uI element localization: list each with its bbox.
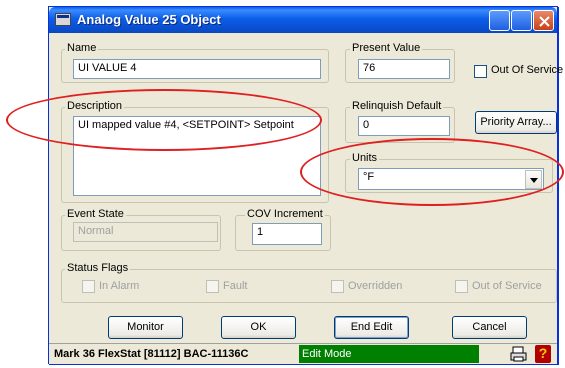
window-title: Analog Value 25 Object <box>77 12 221 27</box>
event-state-field: Normal <box>73 222 218 242</box>
fault-label: Fault <box>223 280 248 292</box>
device-info: Mark 36 FlexStat [81112] BAC-11136C <box>54 348 249 360</box>
close-icon <box>539 16 550 27</box>
mode-indicator: Edit Mode <box>299 345 479 363</box>
event-state-label: Event State <box>65 208 126 220</box>
present-value-field[interactable]: 76 <box>358 59 450 79</box>
units-annotation-circle <box>300 138 564 206</box>
title-bar[interactable]: Analog Value 25 Object <box>49 7 557 33</box>
out-of-service-checkbox[interactable] <box>474 65 487 78</box>
in-alarm-checkbox <box>82 280 95 293</box>
printer-icon[interactable] <box>509 345 529 363</box>
overridden-label: Overridden <box>348 280 403 292</box>
fault-checkbox <box>206 280 219 293</box>
close-button[interactable] <box>533 10 554 31</box>
ok-button[interactable]: OK <box>221 316 296 339</box>
maximize-button[interactable] <box>511 10 532 31</box>
name-field[interactable]: UI VALUE 4 <box>73 59 321 79</box>
out-of-service-label: Out Of Service <box>491 64 564 76</box>
cov-increment-field[interactable]: 1 <box>252 223 322 245</box>
cov-increment-label: COV Increment <box>245 208 325 220</box>
present-value-label: Present Value <box>350 42 423 54</box>
overridden-checkbox <box>331 280 344 293</box>
status-bar: Mark 36 FlexStat [81112] BAC-11136C Edit… <box>49 343 557 364</box>
in-alarm-label: In Alarm <box>99 280 140 292</box>
app-icon <box>55 13 71 26</box>
status-flags-label: Status Flags <box>65 262 131 274</box>
help-icon[interactable]: ? <box>535 345 551 363</box>
end-edit-button[interactable]: End Edit <box>334 316 409 339</box>
relinquish-default-field[interactable]: 0 <box>358 116 450 136</box>
monitor-button[interactable]: Monitor <box>108 316 183 339</box>
minimize-button[interactable] <box>489 10 510 31</box>
name-label: Name <box>65 42 99 54</box>
mode-label: Edit Mode <box>302 348 352 360</box>
cancel-button[interactable]: Cancel <box>452 316 527 339</box>
relinquish-default-label: Relinquish Default <box>350 100 444 112</box>
priority-array-button[interactable]: Priority Array... <box>475 111 557 134</box>
flag-out-of-service-label: Out of Service <box>472 280 542 292</box>
description-annotation-circle <box>6 89 322 151</box>
flag-out-of-service-checkbox <box>455 280 468 293</box>
